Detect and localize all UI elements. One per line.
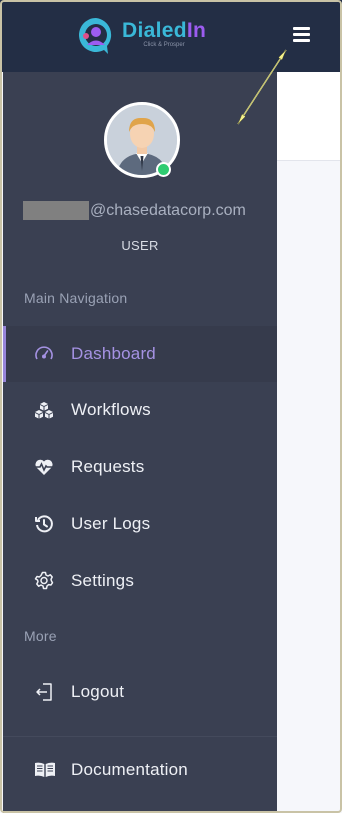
- logo-mark-icon: [74, 14, 118, 58]
- sidebar-item-workflows[interactable]: Workflows: [3, 382, 277, 438]
- sidebar-item-documentation[interactable]: Documentation: [3, 742, 277, 798]
- gear-icon: [34, 571, 54, 591]
- sidebar-item-label: Dashboard: [71, 344, 156, 363]
- sidebar-item-settings[interactable]: Settings: [3, 553, 277, 609]
- sidebar: @chasedatacorp.com USER Main Navigation …: [3, 72, 277, 813]
- logout-icon: [34, 682, 54, 702]
- sidebar-item-label: Logout: [71, 682, 125, 701]
- app-logo[interactable]: DialedIn Click & Prosper: [74, 14, 206, 58]
- logo-wordmark: DialedIn: [122, 18, 207, 42]
- user-email-domain: @chasedatacorp.com: [90, 201, 246, 219]
- sidebar-item-label: Documentation: [71, 760, 188, 779]
- sidebar-item-label: Settings: [71, 571, 135, 590]
- hamburger-icon[interactable]: [293, 27, 311, 43]
- sidebar-item-label: User Logs: [71, 514, 151, 533]
- user-role: USER: [121, 238, 159, 253]
- redacted-username: [23, 201, 89, 220]
- sidebar-item-requests[interactable]: Requests: [3, 439, 277, 495]
- section-main-navigation: Main Navigation: [24, 290, 128, 306]
- sidebar-item-label: Workflows: [71, 400, 151, 419]
- cubes-icon: [34, 400, 54, 420]
- top-bar: DialedIn Click & Prosper: [0, 0, 342, 72]
- sidebar-item-logout[interactable]: Logout: [3, 664, 277, 720]
- user-email: @chasedatacorp.com: [23, 201, 263, 220]
- user-avatar[interactable]: [104, 102, 180, 178]
- section-more: More: [24, 628, 57, 644]
- book-icon: [33, 760, 57, 780]
- content-panel: [277, 72, 342, 161]
- sidebar-item-dashboard[interactable]: Dashboard: [3, 326, 277, 382]
- gauge-icon: [34, 344, 54, 364]
- sidebar-divider: [3, 736, 277, 737]
- online-status-dot: [156, 162, 171, 177]
- sidebar-item-user-logs[interactable]: User Logs: [3, 496, 277, 552]
- heartbeat-icon: [34, 457, 54, 477]
- history-icon: [34, 514, 54, 534]
- sidebar-item-label: Requests: [71, 457, 145, 476]
